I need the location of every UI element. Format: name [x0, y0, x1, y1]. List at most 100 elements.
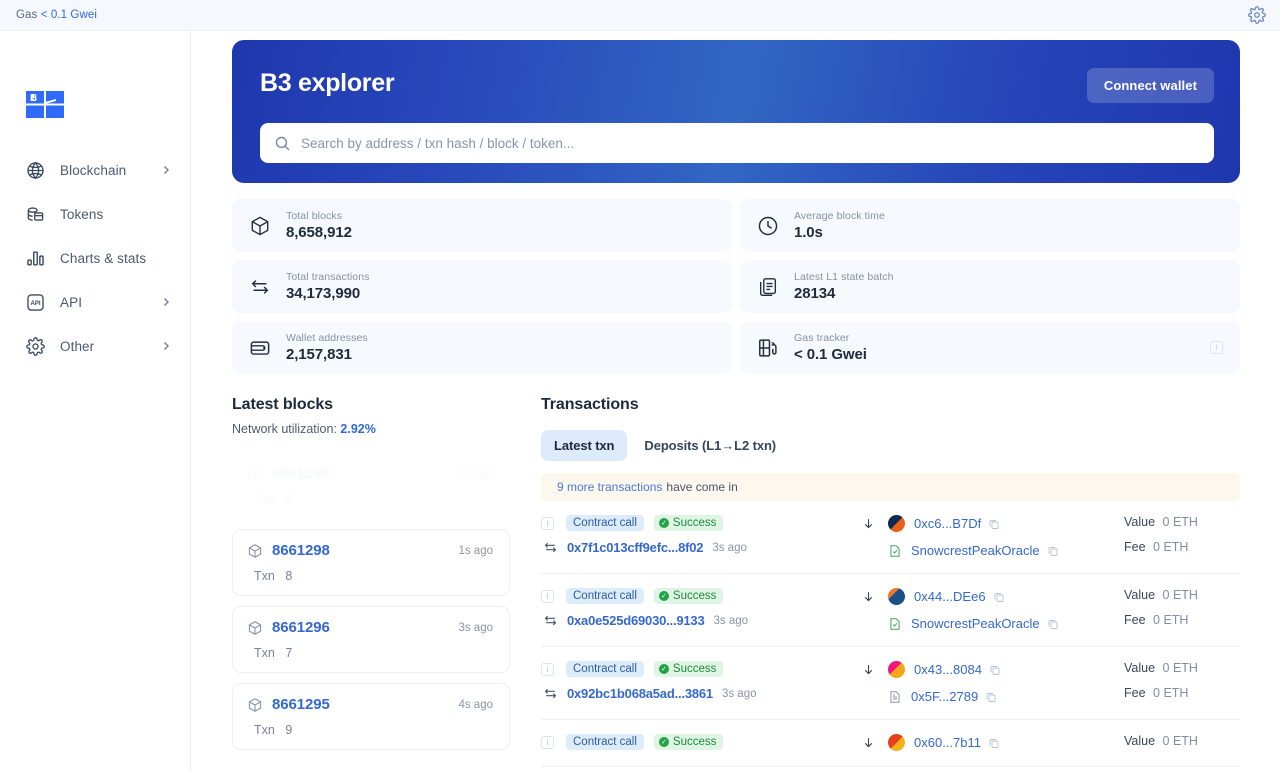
sidebar-item-label: Blockchain: [60, 162, 127, 178]
stat-texts: Average block time 1.0s: [794, 209, 1223, 242]
list-item[interactable]: 8661295 4s ago Txn 9: [232, 683, 510, 750]
sidebar-nav: Blockchain Tokens Charts & stats API API…: [0, 148, 190, 368]
copy-icon[interactable]: [988, 518, 1000, 530]
list-item[interactable]: 8661299 1s ago Txn 6: [232, 452, 510, 519]
stat-card-wallet-addresses[interactable]: Wallet addresses 2,157,831: [232, 321, 732, 374]
tx-to-row: SnowcrestPeakOracle: [862, 543, 1116, 558]
tx-from-row: 0x44...DEe6: [862, 588, 1116, 605]
search-input[interactable]: [301, 135, 1200, 151]
arrow-down-icon: [864, 665, 873, 675]
tx-from-row: 0xc6...B7Df: [862, 515, 1116, 532]
info-icon[interactable]: i: [541, 516, 554, 530]
tx-meta-row: i Contract call ✓ Success: [541, 588, 841, 604]
stat-card-average-block-time[interactable]: Average block time 1.0s: [740, 199, 1240, 252]
sidebar: B Blockchain: [0, 31, 191, 771]
tx-fee: Fee 0 ETH: [1124, 686, 1240, 700]
stat-card-total-transactions[interactable]: Total transactions 34,173,990: [232, 260, 732, 313]
connect-wallet-button[interactable]: Connect wallet: [1086, 68, 1214, 103]
tx-from-address[interactable]: 0xc6...B7Df: [914, 516, 981, 531]
table-row[interactable]: i Contract call ✓ Success 0xa0e525d69030…: [541, 574, 1240, 647]
sidebar-item-other[interactable]: Other: [0, 324, 190, 368]
verified-contract-icon: [890, 544, 900, 557]
stat-card-total-blocks[interactable]: Total blocks 8,658,912: [232, 199, 732, 252]
table-row[interactable]: i Contract call ✓ Success 0x60...7b11 Va…: [541, 720, 1240, 767]
tx-from-address[interactable]: 0x44...DEe6: [914, 589, 986, 604]
stats-grid: Total blocks 8,658,912 Total transaction…: [232, 199, 1240, 374]
block-txn-label: Txn: [254, 723, 275, 737]
cube-icon: [251, 216, 269, 235]
copy-icon[interactable]: [989, 664, 1001, 676]
tab-deposits[interactable]: Deposits (L1→L2 txn): [631, 430, 789, 461]
block-txn-count: 9: [285, 723, 293, 737]
tx-hash[interactable]: 0x92bc1b068a5ad...3861: [567, 686, 713, 701]
copy-icon[interactable]: [1047, 545, 1059, 557]
table-row[interactable]: i Contract call ✓ Success 0x92bc1b068a5a…: [541, 647, 1240, 720]
transactions-tabs: Latest txn Deposits (L1→L2 txn): [541, 430, 1240, 461]
gaspump-icon: [759, 338, 777, 357]
info-icon[interactable]: i: [541, 662, 554, 676]
list-item[interactable]: 8661298 1s ago Txn 8: [232, 529, 510, 596]
stat-texts: Latest L1 state batch 28134: [794, 270, 1223, 303]
b3-logo[interactable]: B: [26, 91, 64, 118]
search-bar[interactable]: [260, 123, 1214, 163]
tx-to-address[interactable]: 0x5F...2789: [911, 689, 978, 704]
copy-icon[interactable]: [985, 691, 997, 703]
cube-icon: [248, 543, 262, 558]
globe-icon: [26, 161, 45, 180]
info-icon[interactable]: i: [541, 735, 554, 749]
network-utilization: Network utilization: 2.92%: [232, 422, 510, 436]
stat-texts: Gas tracker < 0.1 Gwei: [794, 331, 1210, 364]
copy-icon[interactable]: [993, 591, 1005, 603]
status-text: Success: [672, 517, 717, 529]
stat-value: 2,157,831: [286, 346, 352, 363]
tx-to-address[interactable]: SnowcrestPeakOracle: [911, 543, 1040, 558]
sidebar-item-blockchain[interactable]: Blockchain: [0, 148, 190, 192]
tx-from-address[interactable]: 0x60...7b11: [914, 735, 981, 750]
block-number[interactable]: 8661295: [272, 696, 330, 713]
svg-text:API: API: [30, 301, 40, 307]
fee-amount: 0 ETH: [1153, 540, 1189, 554]
gear-icon[interactable]: [1248, 6, 1266, 24]
network-utilization-label: Network utilization:: [232, 422, 337, 436]
new-transactions-notice[interactable]: 9 more transactions have come in: [541, 473, 1240, 501]
sidebar-item-tokens[interactable]: Tokens: [0, 192, 190, 236]
tx-to-address[interactable]: SnowcrestPeakOracle: [911, 616, 1040, 631]
stats-column-right: Average block time 1.0s Latest L1 state …: [740, 199, 1240, 374]
list-item[interactable]: 8661296 3s ago Txn 7: [232, 606, 510, 673]
block-txn-label: Txn: [254, 492, 275, 506]
transactions-panel: Transactions Latest txn Deposits (L1→L2 …: [510, 396, 1240, 767]
top-bar: Gas < 0.1 Gwei: [0, 0, 1280, 31]
tx-meta-row: i Contract call ✓ Success: [541, 661, 841, 677]
gas-info-icon[interactable]: i: [1210, 341, 1223, 354]
block-number[interactable]: 8661299: [272, 465, 330, 482]
tab-latest-txn[interactable]: Latest txn: [541, 430, 628, 461]
tx-age: 3s ago: [712, 541, 747, 554]
docs-icon: [759, 277, 777, 296]
info-icon[interactable]: i: [541, 589, 554, 603]
stat-value: 1.0s: [794, 224, 823, 241]
tx-hash[interactable]: 0x7f1c013cff9efc...8f02: [567, 540, 704, 555]
block-list: 8661299 1s ago Txn 6 8661298: [232, 452, 510, 750]
block-number[interactable]: 8661298: [272, 542, 330, 559]
stat-card-latest-l1-state-batch[interactable]: Latest L1 state batch 28134: [740, 260, 1240, 313]
copy-icon[interactable]: [1047, 618, 1059, 630]
transactions-title: Transactions: [541, 396, 639, 413]
fee-amount: 0 ETH: [1153, 613, 1189, 627]
tx-left-cell: i Contract call ✓ Success 0xa0e525d69030…: [541, 588, 841, 631]
tx-age: 3s ago: [713, 614, 749, 627]
sidebar-item-api[interactable]: API API: [0, 280, 190, 324]
tx-addresses-cell: 0xc6...B7Df SnowcrestPeakOracle: [841, 515, 1116, 558]
block-number[interactable]: 8661296: [272, 619, 330, 636]
table-row[interactable]: i Contract call ✓ Success 0x7f1c013cff9e…: [541, 501, 1240, 574]
tx-addresses-cell: 0x60...7b11: [841, 734, 1116, 751]
tx-hash[interactable]: 0xa0e525d69030...9133: [567, 613, 705, 628]
copy-icon[interactable]: [988, 737, 1000, 749]
contract-icon: [890, 690, 900, 703]
tx-from-address[interactable]: 0x43...8084: [914, 662, 982, 677]
gas-indicator[interactable]: Gas < 0.1 Gwei: [16, 9, 97, 21]
stat-card-gas-tracker[interactable]: Gas tracker < 0.1 Gwei i: [740, 321, 1240, 374]
tx-type-badge: Contract call: [566, 515, 644, 531]
sidebar-item-charts-stats[interactable]: Charts & stats: [0, 236, 190, 280]
new-transactions-count: 9 more transactions: [557, 480, 663, 494]
status-text: Success: [672, 590, 717, 602]
